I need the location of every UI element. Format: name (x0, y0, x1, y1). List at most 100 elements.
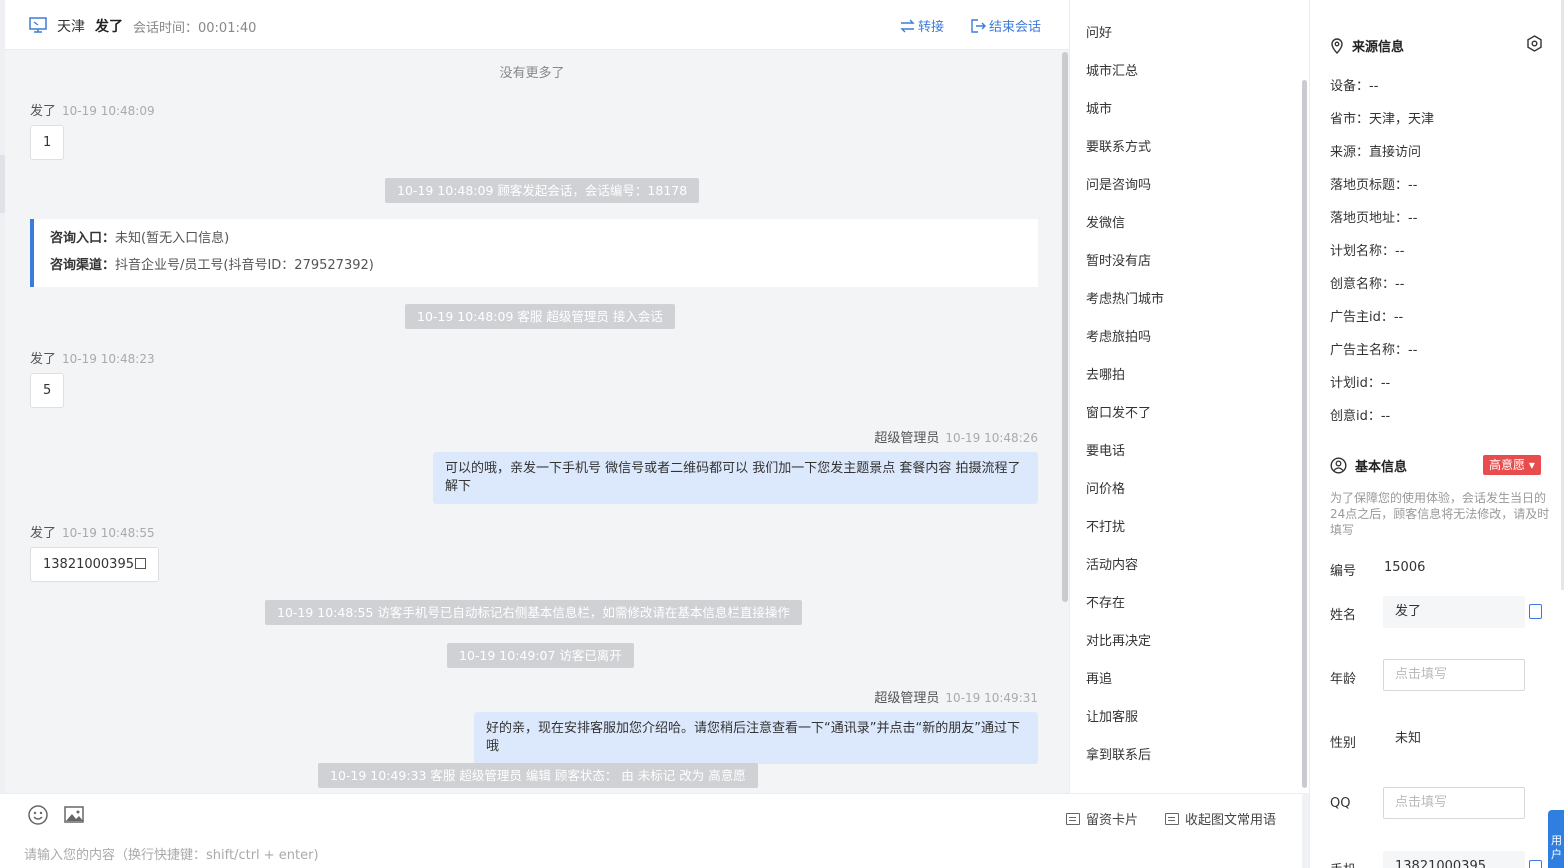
phone-field[interactable]: 13821000395 (1383, 851, 1525, 868)
edit-icon[interactable] (1529, 604, 1542, 619)
location-icon (1331, 37, 1343, 54)
lead-card-button[interactable]: 留资卡片 (1066, 809, 1138, 828)
sender-name: 发了 (30, 352, 57, 367)
system-notice: 10-19 10:49:33 客服 超级管理员 编辑 顾客状态： 由 未标记 改… (318, 763, 758, 788)
visitor-city: 天津 (57, 19, 85, 35)
agent-message-line: 解下 (445, 479, 472, 494)
plan-id-info: 计划id：-- (1330, 376, 1391, 391)
consult-channel-label: 咨询渠道： (50, 258, 116, 273)
landing-title-info: 落地页标题：-- (1330, 178, 1418, 193)
advertiser-name-info: 广告主名称：-- (1330, 343, 1418, 358)
quick-phrase-item[interactable]: 活动内容 (1086, 554, 1138, 573)
quick-phrase-item[interactable]: 窗口发不了 (1086, 402, 1151, 421)
chat-panel: 天津 发了 会话时间：00:01:40 转接 结束会话 没有更多了 发了 10-1… (5, 0, 1069, 868)
app-root: 天津 发了 会话时间：00:01:40 转接 结束会话 没有更多了 发了 10-1… (0, 0, 1564, 868)
floating-user-button[interactable]: 用户 (1548, 810, 1564, 868)
visitor-message: 5 (30, 373, 65, 408)
settings-icon[interactable] (1526, 35, 1543, 52)
agent-message-line: 可以的哦，亲发一下手机号 微信号或者二维码都可以 我们加一下您发主题景点 套餐内… (445, 461, 1021, 476)
name-field[interactable]: 发了 (1383, 596, 1525, 628)
message-time: 10-19 10:48:55 (62, 526, 155, 540)
quick-phrase-item[interactable]: 对比再决定 (1086, 630, 1151, 649)
emoji-icon[interactable] (27, 804, 49, 826)
gender-select[interactable]: 未知 (1383, 723, 1525, 755)
quick-phrase-item[interactable]: 问是咨询吗 (1086, 174, 1151, 193)
phrases-scrollbar[interactable] (1302, 80, 1307, 788)
basic-info-title: 基本信息 (1355, 460, 1408, 475)
system-notice: 10-19 10:48:55 访客手机号已自动标记右侧基本信息栏，如需修改请在基… (265, 600, 802, 625)
source-channel-info: 来源：直接访问 (1330, 145, 1422, 160)
intent-status-label: 高意愿 (1489, 458, 1526, 472)
end-session-button[interactable]: 结束会话 (971, 16, 1041, 35)
intent-status-dropdown[interactable]: 高意愿 ▾ (1483, 455, 1541, 475)
qq-label: QQ (1330, 796, 1351, 811)
message-meta: 发了 10-19 10:48:23 (30, 348, 155, 367)
creative-name-info: 创意名称：-- (1330, 277, 1405, 292)
quick-phrase-item[interactable]: 拿到联系后 (1086, 744, 1151, 763)
quick-phrase-item[interactable]: 问好 (1086, 22, 1112, 41)
message-time: 10-19 10:48:26 (945, 431, 1038, 445)
landing-url-info: 落地页地址：-- (1330, 211, 1418, 226)
consult-channel-row: 咨询渠道：抖音企业号/员工号(抖音号ID：279527392) (50, 254, 1022, 281)
quick-phrase-item[interactable]: 考虑旅拍吗 (1086, 326, 1151, 345)
transfer-label: 转接 (918, 20, 945, 35)
plan-name-info: 计划名称：-- (1330, 244, 1405, 259)
quick-phrase-item[interactable]: 问价格 (1086, 478, 1125, 497)
quick-phrase-item[interactable]: 不存在 (1086, 592, 1125, 611)
message-time: 10-19 10:48:09 (62, 104, 155, 118)
consult-entry-value: 未知(暂无入口信息) (115, 231, 230, 246)
no-more-text: 没有更多了 (499, 66, 565, 81)
visitor-name: 发了 (95, 19, 123, 35)
message-list[interactable]: 没有更多了 发了 10-19 10:48:09 1 10-19 10:48:09 … (5, 50, 1059, 792)
creative-id-info: 创意id：-- (1330, 409, 1391, 424)
quick-phrase-item[interactable]: 暂时没有店 (1086, 250, 1151, 269)
device-info: 设备：-- (1330, 79, 1379, 94)
qq-input[interactable]: 点击填写 (1383, 787, 1525, 819)
edit-deadline-note: 为了保障您的使用体验，会话发生当日的24点之后，顾客信息将无法修改，请及时填写 (1330, 491, 1550, 537)
quick-phrase-item[interactable]: 让加客服 (1086, 706, 1138, 725)
quick-phrase-item[interactable]: 发微信 (1086, 212, 1125, 231)
quick-phrase-item[interactable]: 城市 (1086, 98, 1112, 117)
age-label: 年龄 (1330, 672, 1357, 687)
visitor-message: 1 (30, 125, 65, 160)
age-input[interactable]: 点击填写 (1383, 659, 1525, 691)
source-info-header: 来源信息 (1330, 36, 1404, 55)
quick-phrase-item[interactable]: 要联系方式 (1086, 136, 1151, 155)
basic-info-header: 基本信息 (1330, 456, 1407, 475)
quick-phrases-panel: 问好城市汇总城市要联系方式问是咨询吗发微信暂时没有店考虑热门城市 考虑旅拍吗去哪拍… (1069, 0, 1309, 793)
sender-name: 超级管理员 (874, 431, 940, 446)
message-input[interactable]: 请输入您的内容（换行快捷键：shift/ctrl + enter) (24, 844, 319, 863)
quick-phrase-item[interactable]: 再追 (1086, 668, 1112, 687)
message-meta: 发了 10-19 10:48:55 (30, 522, 155, 541)
quick-phrase-item[interactable]: 考虑热门城市 (1086, 288, 1164, 307)
logout-icon (971, 18, 986, 33)
collapse-phrases-label: 收起图文常用语 (1185, 813, 1277, 828)
message-time: 10-19 10:48:23 (62, 352, 155, 366)
edit-icon[interactable] (1529, 860, 1542, 868)
user-icon (1330, 457, 1347, 474)
transfer-button[interactable]: 转接 (900, 16, 944, 35)
message-scrollbar[interactable] (1062, 52, 1068, 602)
system-notice: 10-19 10:48:09 顾客发起会话，会话编号：18178 (385, 178, 700, 203)
quick-phrase-item[interactable]: 城市汇总 (1086, 60, 1138, 79)
sender-name: 超级管理员 (874, 691, 940, 706)
lead-card-label: 留资卡片 (1086, 813, 1139, 828)
quick-phrase-item[interactable]: 要电话 (1086, 440, 1125, 459)
collapse-phrases-button[interactable]: 收起图文常用语 (1165, 809, 1276, 828)
composer: 留资卡片 收起图文常用语 请输入您的内容（换行快捷键：shift/ctrl + … (0, 793, 1302, 868)
agent-message: 可以的哦，亲发一下手机号 微信号或者二维码都可以 我们加一下您发主题景点 套餐内… (433, 452, 1038, 504)
end-session-label: 结束会话 (989, 20, 1042, 35)
quick-phrase-item[interactable]: 不打扰 (1086, 516, 1125, 535)
session-time: 会话时间：00:01:40 (133, 21, 257, 36)
image-icon[interactable] (63, 804, 85, 826)
customer-info-panel: 来源信息 设备：-- 省市：天津，天津 来源：直接访问 落地页标题：-- 落地页… (1309, 0, 1564, 868)
phone-text: 13821000395 (43, 557, 134, 572)
quick-phrase-item[interactable]: 去哪拍 (1086, 364, 1125, 383)
card-icon (1066, 812, 1080, 825)
copy-icon[interactable] (134, 558, 146, 569)
name-label: 姓名 (1330, 608, 1357, 623)
agent-message: 好的亲，现在安排客服加您介绍哈。请您稍后注意查看一下“通讯录”并点击“新的朋友”… (474, 712, 1038, 764)
consult-entry-label: 咨询入口： (50, 231, 116, 246)
phone-label: 手机 (1330, 859, 1356, 868)
message-meta: 超级管理员 10-19 10:48:26 (638, 427, 1038, 446)
